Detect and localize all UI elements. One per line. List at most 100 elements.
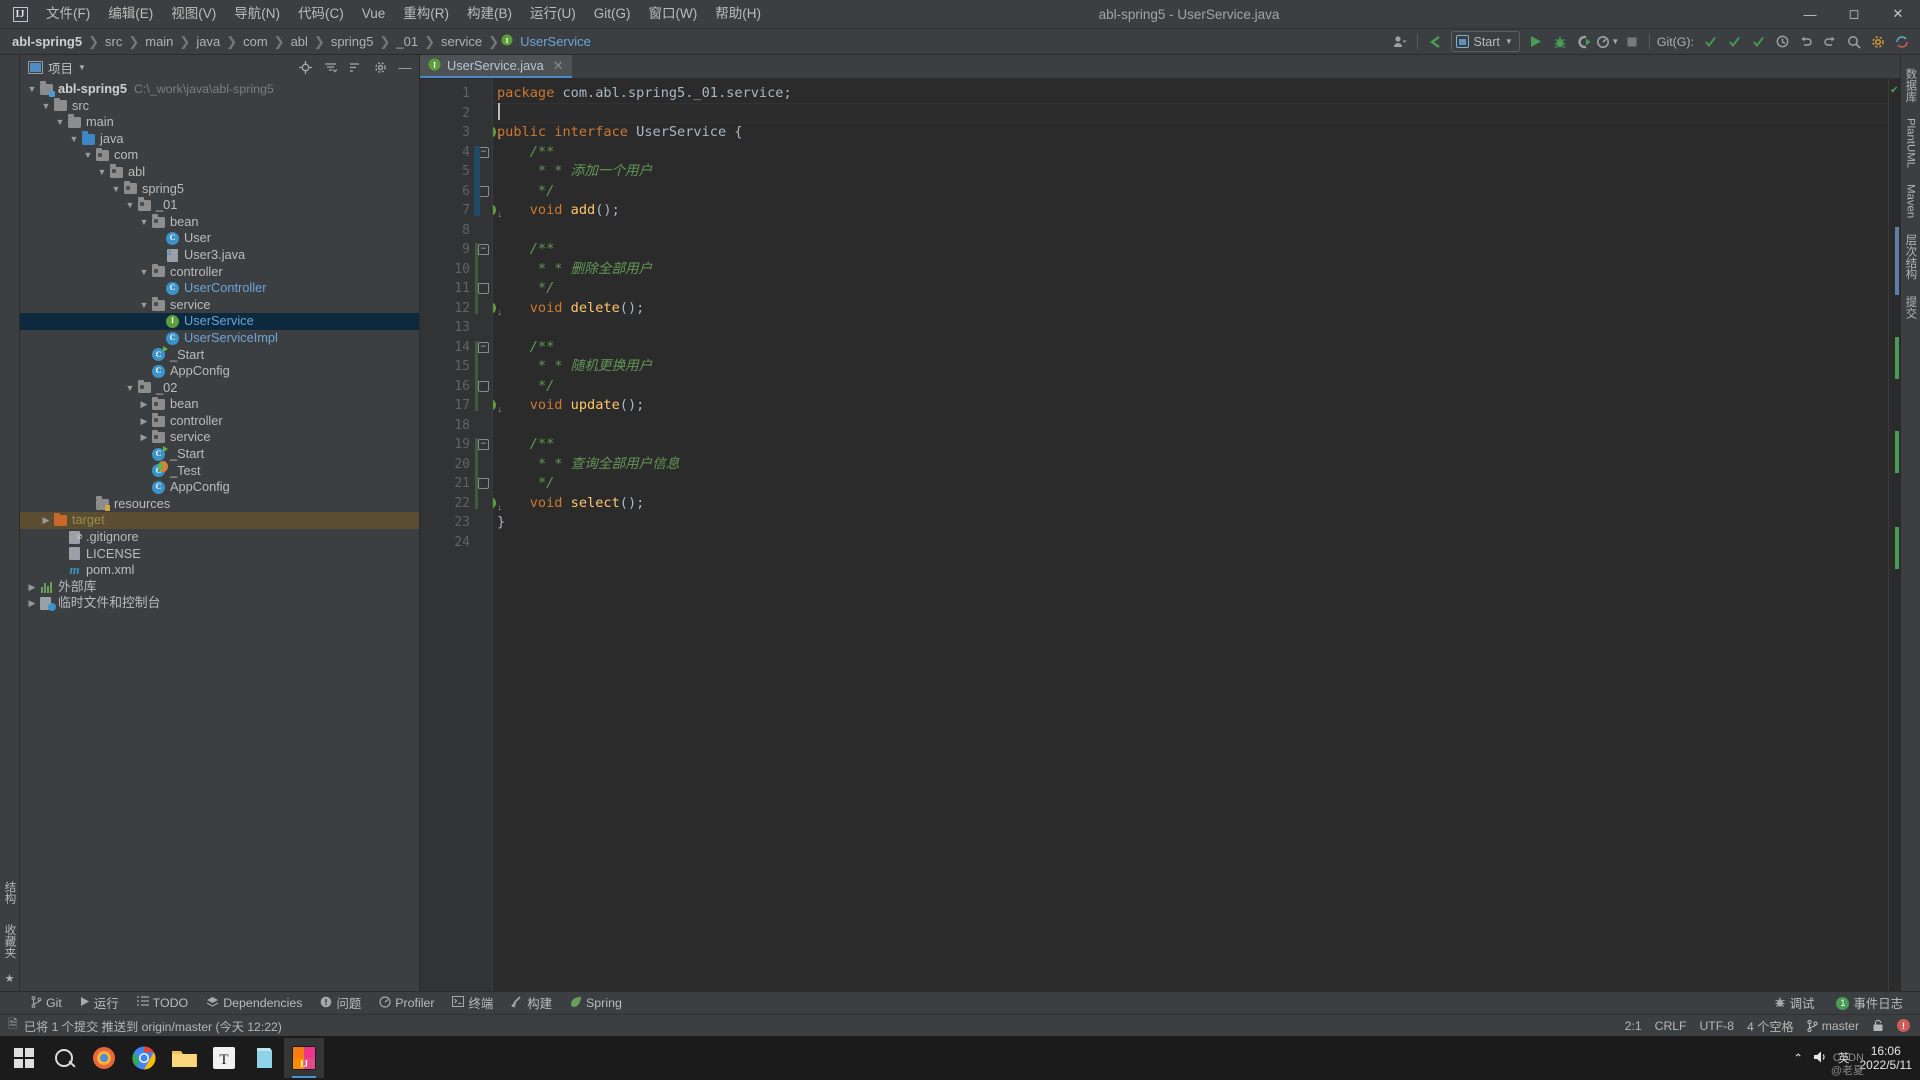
- chevron-right-icon[interactable]: ▶: [26, 595, 38, 612]
- breadcrumb-item-_01[interactable]: _01: [392, 33, 422, 50]
- tree-node---------[interactable]: ▶ 临时文件和控制台: [20, 595, 419, 612]
- tool-profiler[interactable]: Profiler: [370, 993, 443, 1014]
- sort-icon[interactable]: [345, 57, 365, 77]
- close-button[interactable]: ✕: [1876, 0, 1920, 28]
- tree-node-target[interactable]: ▶ target: [20, 512, 419, 530]
- tree-node-resources[interactable]: resources: [20, 496, 419, 513]
- fold-region-bar[interactable]: [474, 145, 480, 216]
- settings-icon[interactable]: [370, 57, 390, 77]
- chevron-down-icon[interactable]: ▼: [110, 181, 122, 198]
- breadcrumb-item-service[interactable]: service: [437, 33, 486, 50]
- tree-node-userserviceimpl[interactable]: C UserServiceImpl: [20, 330, 419, 347]
- help-icon[interactable]: [1890, 31, 1914, 53]
- tree-node----[interactable]: ▶ 外部库: [20, 579, 419, 596]
- tree-node--start[interactable]: C _Start: [20, 346, 419, 364]
- chevron-right-icon[interactable]: ▶: [40, 512, 52, 529]
- hide-icon[interactable]: —: [395, 57, 415, 77]
- file-encoding[interactable]: UTF-8: [1699, 1019, 1734, 1033]
- line-separator[interactable]: CRLF: [1655, 1019, 1687, 1033]
- tool-structure[interactable]: 结构: [0, 875, 20, 910]
- tree-node-controller[interactable]: ▼ controller: [20, 264, 419, 281]
- unlocked-icon[interactable]: [1872, 1019, 1884, 1032]
- breadcrumb-item-main[interactable]: main: [141, 33, 177, 50]
- tree-node--01[interactable]: ▼ _01: [20, 197, 419, 214]
- menu-file[interactable]: 文件(F): [37, 3, 99, 25]
- tree-node-spring5[interactable]: ▼ spring5: [20, 181, 419, 198]
- chevron-down-icon[interactable]: ▼: [40, 98, 52, 115]
- fold-collapse-icon[interactable]: −: [478, 341, 489, 353]
- tree-node--02[interactable]: ▼ _02: [20, 380, 419, 397]
- fold-end-icon[interactable]: [478, 380, 489, 392]
- tree-node-com[interactable]: ▼ com: [20, 147, 419, 164]
- menu-run[interactable]: 运行(U): [521, 3, 585, 25]
- chevron-down-icon[interactable]: ▼: [78, 63, 86, 72]
- code-editor[interactable]: 1 2 3I4 5 6 7I8 9 10 11 12I13 14 15 16 17I18 19 20 21 22I…: [420, 79, 1900, 991]
- chevron-down-icon[interactable]: ▼: [54, 114, 66, 131]
- tree-node-appconfig[interactable]: C AppConfig: [20, 479, 419, 496]
- chevron-down-icon[interactable]: ▼: [138, 214, 150, 231]
- tool-spring[interactable]: Spring: [561, 993, 631, 1014]
- notes-button[interactable]: [244, 1038, 284, 1078]
- menu-build[interactable]: 构建(B): [458, 3, 521, 25]
- fold-region-bar[interactable]: [475, 438, 478, 509]
- git-branch-widget[interactable]: master: [1807, 1019, 1859, 1033]
- tool-favorites[interactable]: 收藏夹: [0, 918, 20, 965]
- firefox-button[interactable]: [84, 1038, 124, 1078]
- menu-edit[interactable]: 编辑(E): [99, 3, 162, 25]
- fold-end-icon[interactable]: [478, 283, 489, 294]
- tree-node-main[interactable]: ▼ main: [20, 114, 419, 131]
- tree-node-abl[interactable]: ▼ abl: [20, 164, 419, 181]
- tree-node-user3-java[interactable]: User3.java: [20, 246, 419, 264]
- breadcrumb-item-abl-spring5[interactable]: abl-spring5: [8, 33, 86, 50]
- tree-node-src[interactable]: ▼ src: [20, 98, 419, 115]
- tree-node-appconfig[interactable]: C AppConfig: [20, 363, 419, 380]
- tool-commit[interactable]: 提交: [1902, 289, 1920, 326]
- tool-plantuml[interactable]: PlantUML: [1904, 111, 1918, 175]
- profile-icon[interactable]: ▼: [1596, 31, 1620, 53]
- code-content[interactable]: package com.abl.spring5._01.service; pub…: [492, 79, 1888, 991]
- menu-navigate[interactable]: 导航(N): [225, 3, 289, 25]
- tool-terminal[interactable]: 终端: [443, 993, 502, 1014]
- breadcrumb-item-com[interactable]: com: [239, 33, 272, 50]
- tree-node-bean[interactable]: ▼ bean: [20, 214, 419, 231]
- checkmark-arrow-icon[interactable]: [1423, 31, 1447, 53]
- tool-maven[interactable]: Maven: [1904, 177, 1918, 225]
- fold-region-bar[interactable]: [475, 340, 478, 411]
- error-icon[interactable]: !: [1897, 1019, 1910, 1032]
- tool-debug[interactable]: 调试: [1765, 993, 1824, 1014]
- tree-node-controller[interactable]: ▶ controller: [20, 413, 419, 430]
- breadcrumb-item-src[interactable]: src: [101, 33, 126, 50]
- fold-column[interactable]: − − − −: [474, 79, 492, 991]
- tree-node--test[interactable]: C _Test: [20, 461, 419, 480]
- tool-todo[interactable]: TODO: [128, 993, 198, 1014]
- search-icon[interactable]: [1842, 31, 1866, 53]
- collapse-all-icon[interactable]: [320, 57, 340, 77]
- tool-run[interactable]: 运行: [71, 993, 128, 1014]
- editor-tab-userservice[interactable]: I UserService.java ✕: [420, 55, 572, 78]
- tree-node-service[interactable]: ▼ service: [20, 297, 419, 314]
- start-button[interactable]: [4, 1038, 44, 1078]
- chevron-down-icon[interactable]: ▼: [82, 147, 94, 164]
- history-icon[interactable]: [1770, 31, 1794, 53]
- tree-node-service[interactable]: ▶ service: [20, 429, 419, 446]
- breadcrumb-item-userservice[interactable]: I UserService: [501, 33, 595, 50]
- tree-node-usercontroller[interactable]: C UserController: [20, 280, 419, 297]
- tray-chevron-icon[interactable]: ⌃: [1793, 1051, 1803, 1065]
- favorites-star-icon[interactable]: ★: [5, 972, 15, 985]
- tool-git[interactable]: Git: [22, 993, 71, 1014]
- chevron-down-icon[interactable]: ▼: [138, 264, 150, 281]
- breadcrumb-item-java[interactable]: java: [192, 33, 224, 50]
- menu-vue[interactable]: Vue: [353, 3, 395, 25]
- tree-node-pom-xml[interactable]: m pom.xml: [20, 562, 419, 579]
- tool-database[interactable]: 数据库: [1902, 61, 1920, 109]
- tool-event-log[interactable]: 1 事件日志: [1827, 993, 1912, 1014]
- undo-icon[interactable]: [1794, 31, 1818, 53]
- debug-icon[interactable]: [1548, 31, 1572, 53]
- tree-node-license[interactable]: LICENSE: [20, 546, 419, 563]
- git-update-icon[interactable]: [1698, 31, 1722, 53]
- menu-view[interactable]: 视图(V): [162, 3, 225, 25]
- menu-window[interactable]: 窗口(W): [640, 3, 707, 25]
- chevron-right-icon[interactable]: ▶: [138, 396, 150, 413]
- idea-button[interactable]: IJ: [284, 1038, 324, 1078]
- close-icon[interactable]: ✕: [553, 58, 564, 74]
